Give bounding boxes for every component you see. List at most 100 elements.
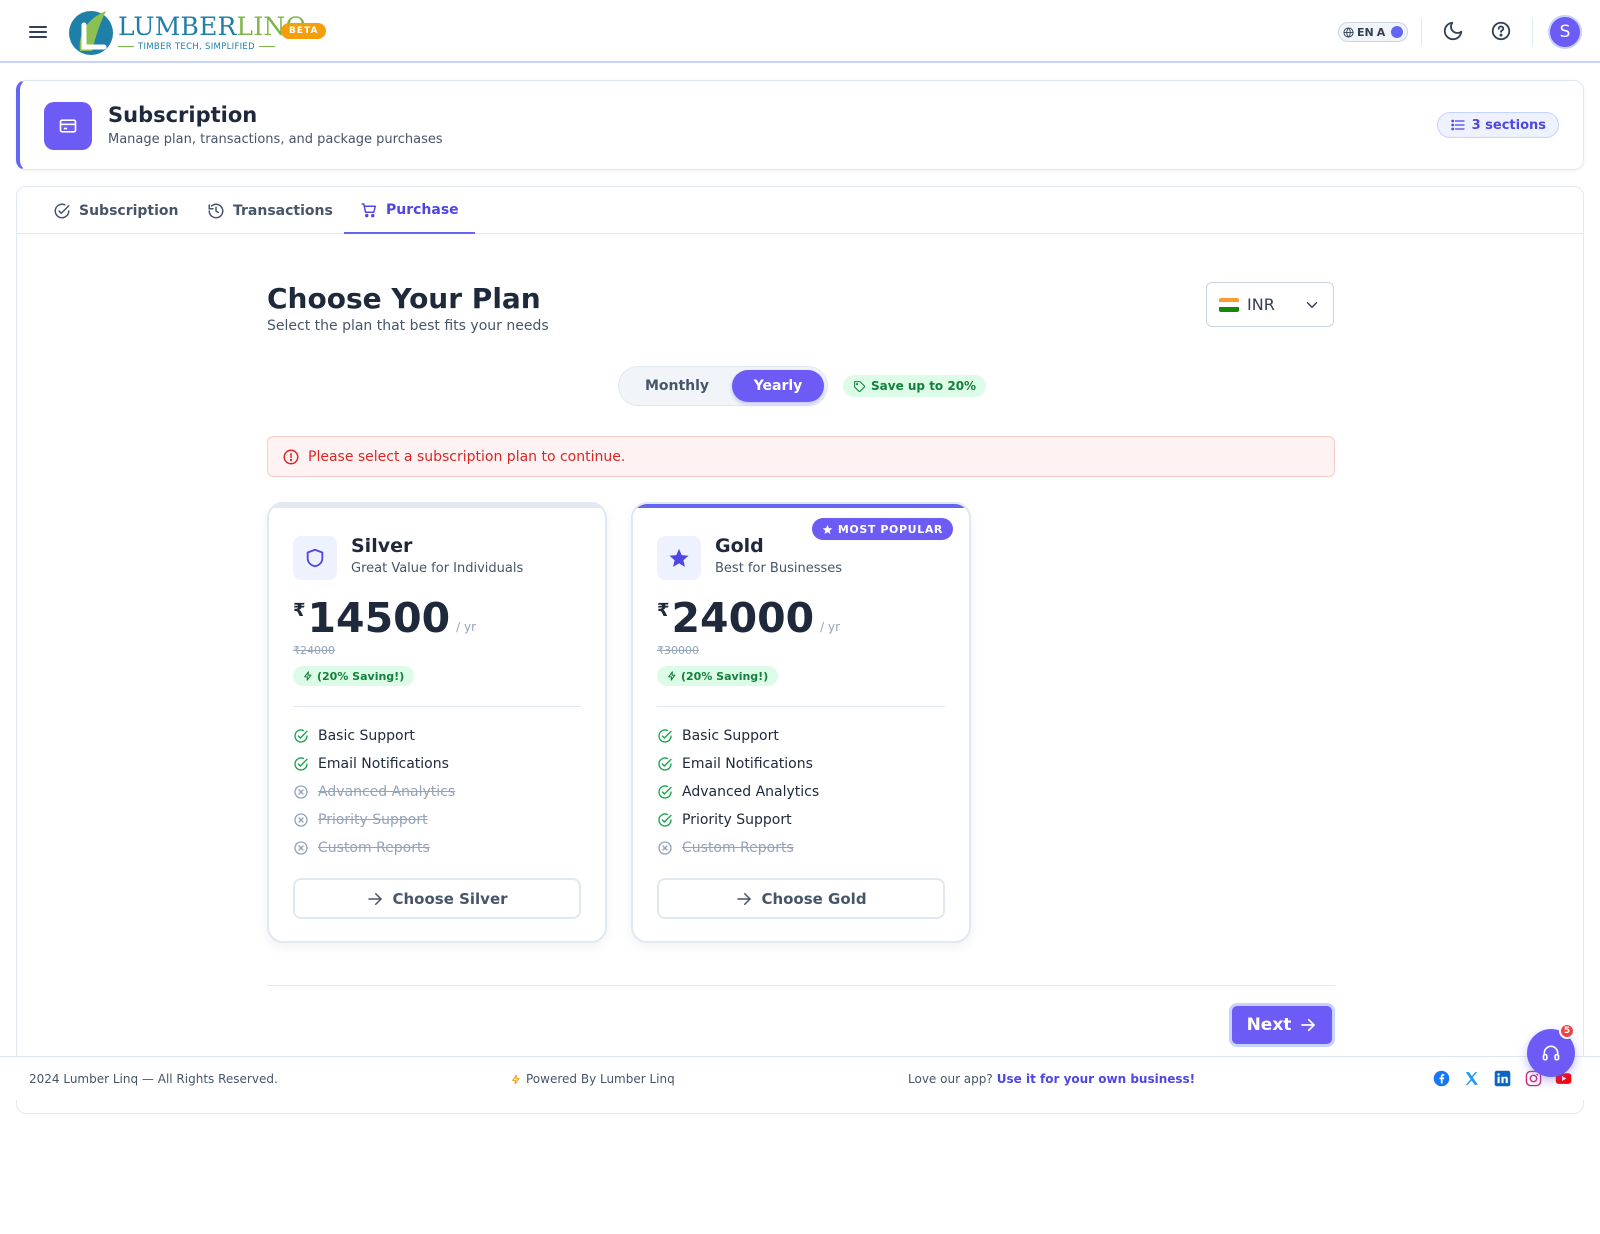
x-circle-icon (294, 841, 308, 855)
price-period: / yr (456, 620, 477, 634)
x-circle-icon (658, 841, 672, 855)
feature-item: Basic Support (293, 722, 455, 750)
most-popular-badge: MOST POPULAR (811, 518, 953, 540)
arrow-right-icon (1301, 1018, 1316, 1032)
choose-silver-button[interactable]: Choose Silver (293, 878, 581, 919)
saving-label: (20% Saving!) (681, 669, 769, 683)
linkedin-icon[interactable] (1494, 1070, 1511, 1087)
moon-icon[interactable] (1442, 20, 1466, 44)
section-title: Choose Your Plan (267, 282, 541, 315)
billing-monthly-option[interactable]: Monthly (622, 370, 732, 402)
powered-by: Powered By Lumber Linq (511, 1072, 675, 1086)
use-for-business-link[interactable]: Use it for your own business! (997, 1072, 1195, 1086)
page-subtitle: Manage plan, transactions, and package p… (108, 132, 443, 147)
app-logo[interactable]: LUMBERLINQ TIMBER TECH, SIMPLIFIED (66, 7, 306, 57)
logo-name: LUMBERLINQ (118, 11, 307, 41)
footer: 2024 Lumber Linq — All Rights Reserved. … (0, 1056, 1600, 1100)
feature-item: Advanced Analytics (657, 778, 819, 806)
x-circle-icon (294, 785, 308, 799)
check-circle-icon (658, 757, 672, 771)
feature-item: Basic Support (657, 722, 819, 750)
bolt-icon (304, 671, 312, 681)
help-icon[interactable] (1490, 20, 1514, 44)
plan-price: ₹ 14500 / yr (293, 594, 476, 642)
feature-item: Custom Reports (657, 834, 819, 862)
star-icon (657, 536, 701, 580)
language-toggle[interactable]: EN A (1338, 22, 1408, 42)
sections-badge[interactable]: 3 sections (1436, 112, 1559, 138)
tag-icon (854, 380, 865, 392)
copyright-text: 2024 Lumber Linq — All Rights Reserved. (29, 1072, 278, 1086)
feature-list: Basic Support Email Notifications Advanc… (293, 722, 455, 862)
plan-card-gold[interactable]: MOST POPULAR Gold Best for Businesses ₹ … (631, 502, 971, 943)
section-subtitle: Select the plan that best fits your need… (267, 318, 549, 334)
headset-icon (1542, 1045, 1560, 1061)
billing-toggle: Monthly Yearly (618, 366, 828, 406)
plan-price: ₹ 24000 / yr (657, 594, 840, 642)
plan-name: Gold (715, 535, 764, 557)
tab-purchase[interactable]: Purchase (344, 187, 475, 234)
check-circle-icon (658, 813, 672, 827)
price-amount: 24000 (671, 594, 815, 642)
avatar[interactable]: S (1548, 15, 1582, 49)
logo-mark-icon (69, 11, 113, 55)
history-icon (208, 203, 224, 218)
tab-subscription[interactable]: Subscription (37, 187, 195, 234)
arrow-right-icon (368, 892, 383, 905)
alert-text: Please select a subscription plan to con… (308, 448, 626, 465)
validation-alert: Please select a subscription plan to con… (267, 436, 1335, 477)
old-price: ₹24000 (293, 644, 335, 657)
currency-symbol: ₹ (657, 600, 670, 621)
bolt-icon (668, 671, 676, 681)
billing-yearly-option[interactable]: Yearly (732, 370, 824, 402)
menu-icon[interactable] (26, 20, 50, 44)
beta-badge: BETA (281, 23, 327, 39)
feature-item: Advanced Analytics (293, 778, 455, 806)
arrow-right-icon (737, 892, 752, 905)
save-badge-label: Save up to 20% (871, 379, 977, 393)
plan-description: Great Value for Individuals (351, 561, 524, 576)
saving-badge: (20% Saving!) (293, 666, 415, 686)
feature-item: Email Notifications (657, 750, 819, 778)
cart-icon (361, 202, 377, 217)
facebook-icon[interactable] (1433, 1070, 1450, 1087)
saving-label: (20% Saving!) (317, 669, 405, 683)
next-label: Next (1246, 1015, 1292, 1035)
tab-label: Transactions (233, 202, 333, 219)
popular-label: MOST POPULAR (837, 522, 943, 536)
top-bar: LUMBERLINQ TIMBER TECH, SIMPLIFIED BETA … (0, 0, 1600, 63)
next-button[interactable]: Next (1229, 1003, 1335, 1047)
language-label: EN (1357, 25, 1374, 39)
page-header: Subscription Manage plan, transactions, … (16, 80, 1584, 170)
feature-item: Priority Support (293, 806, 455, 834)
plan-name: Silver (351, 535, 413, 557)
plan-description: Best for Businesses (715, 561, 843, 576)
save-badge: Save up to 20% (843, 375, 987, 397)
currency-select[interactable]: INR (1206, 282, 1334, 327)
plan-card-silver[interactable]: Silver Great Value for Individuals ₹ 145… (267, 502, 607, 943)
currency-value: INR (1247, 295, 1275, 314)
shield-icon (293, 536, 337, 580)
button-label: Choose Silver (392, 889, 508, 908)
old-price: ₹30000 (657, 644, 699, 657)
x-twitter-icon[interactable] (1463, 1070, 1480, 1087)
currency-symbol: ₹ (293, 600, 306, 621)
choose-gold-button[interactable]: Choose Gold (657, 878, 945, 919)
chevron-down-icon (1306, 301, 1318, 308)
star-icon (822, 524, 833, 534)
alert-circle-icon (283, 449, 299, 464)
x-circle-icon (294, 813, 308, 827)
logo-tagline: TIMBER TECH, SIMPLIFIED (138, 41, 255, 52)
tab-label: Purchase (386, 201, 459, 218)
page-title: Subscription (108, 103, 258, 127)
sections-badge-label: 3 sections (1471, 117, 1546, 133)
check-circle-icon (294, 729, 308, 743)
check-circle-icon (54, 203, 70, 218)
check-circle-icon (294, 757, 308, 771)
tab-transactions[interactable]: Transactions (191, 187, 349, 234)
powered-by-text: Powered By Lumber Linq (526, 1072, 675, 1086)
check-circle-icon (658, 729, 672, 743)
price-period: / yr (820, 620, 841, 634)
button-label: Choose Gold (761, 889, 867, 908)
language-alt-label: A (1376, 25, 1386, 39)
